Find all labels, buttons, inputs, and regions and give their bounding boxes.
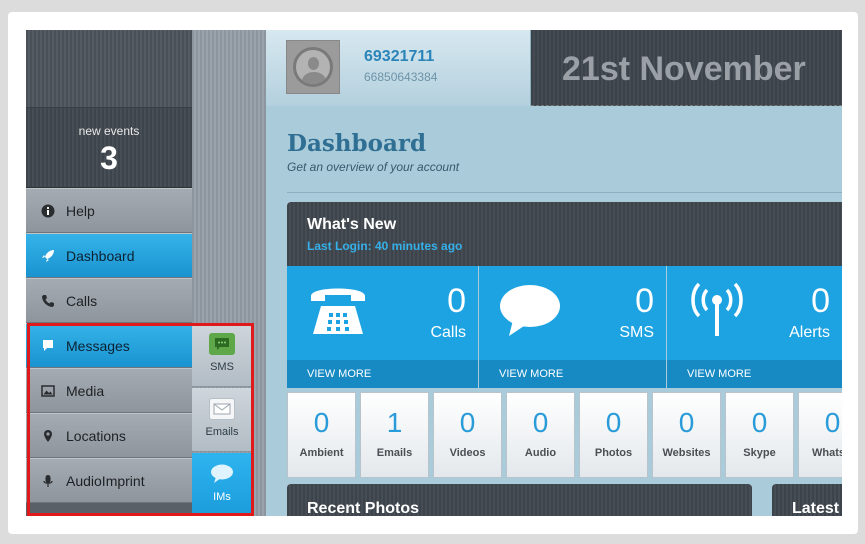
date-display: 21st November: [531, 30, 842, 106]
tile-label: WhatsA: [812, 447, 842, 459]
view-more-alerts-link[interactable]: VIEW MORE: [667, 360, 842, 388]
view-more-calls-link[interactable]: VIEW MORE: [287, 360, 478, 388]
speech-bubble-icon: [500, 285, 560, 336]
subnav-ims[interactable]: IMs: [192, 453, 252, 516]
subnav-emails[interactable]: Emails: [192, 388, 252, 452]
stat-card-sms: 0 SMS VIEW MORE: [479, 266, 666, 388]
top-bar: 69321711 66850643384 21st November: [266, 30, 842, 106]
tile-value: 0: [459, 407, 476, 438]
chat-bubble-icon: [209, 463, 235, 485]
sidebar-item-label: Dashboard: [66, 247, 135, 264]
new-events-box[interactable]: new events 3: [26, 108, 192, 188]
tile-value: 0: [605, 407, 622, 438]
stat-label: Calls: [430, 324, 466, 341]
tile-ambient[interactable]: 0 Ambient: [287, 392, 356, 478]
sidebar-item-calls[interactable]: Calls: [26, 278, 192, 323]
image-icon: [40, 383, 56, 399]
profile-number: 66850643384: [364, 70, 438, 84]
tile-value: 1: [386, 407, 403, 438]
page-subtitle: Get an overview of your account: [287, 160, 460, 174]
sidebar-item-dashboard[interactable]: Dashboard: [26, 233, 192, 278]
tile-label: Emails: [376, 447, 413, 459]
sidebar-item-audioimprint[interactable]: AudioImprint: [26, 458, 192, 503]
tile-value: 0: [313, 407, 330, 438]
sidebar-item-help[interactable]: Help: [26, 188, 192, 233]
avatar[interactable]: [286, 40, 340, 94]
profile-box: 69321711 66850643384: [266, 30, 531, 106]
tile-value: 0: [532, 407, 549, 438]
current-date: 21st November: [562, 50, 806, 88]
tile-value: 0: [824, 407, 841, 438]
stat-value: 0: [811, 282, 830, 320]
recent-photos-panel: Recent Photos: [287, 484, 752, 516]
tile-value: 0: [751, 407, 768, 438]
last-login: Last Login: 40 minutes ago: [307, 239, 463, 253]
tile-label: Videos: [449, 447, 486, 459]
tile-label: Ambient: [299, 447, 344, 459]
divider: [287, 192, 842, 193]
whats-new-title: What's New: [307, 216, 397, 233]
app-window: new events 3 Help Dashboard Calls Messag…: [26, 30, 842, 516]
sidebar-item-label: Locations: [66, 427, 126, 444]
tile-audio[interactable]: 0 Audio: [506, 392, 575, 478]
tile-whatsapp[interactable]: 0 WhatsA: [798, 392, 842, 478]
info-icon: [40, 203, 56, 219]
sidebar-item-label: Messages: [66, 337, 130, 354]
tile-label: Photos: [594, 447, 633, 459]
subnav-label: IMs: [213, 491, 231, 503]
message-icon: [40, 338, 56, 354]
tile-websites[interactable]: 0 Websites: [652, 392, 721, 478]
stat-value: 0: [635, 282, 654, 320]
email-icon: [209, 398, 235, 420]
sms-icon: [209, 333, 235, 355]
tile-label: Websites: [662, 447, 711, 459]
tile-label: Audio: [524, 447, 557, 459]
tile-videos[interactable]: 0 Videos: [433, 392, 502, 478]
subnav-sms[interactable]: SMS: [192, 323, 252, 387]
new-events-label: new events: [78, 124, 140, 138]
whats-new-header: What's New Last Login: 40 minutes ago: [287, 202, 842, 266]
location-pin-icon: [40, 428, 56, 444]
subnav-label: SMS: [210, 361, 234, 373]
tile-skype[interactable]: 0 Skype: [725, 392, 794, 478]
user-silhouette-icon: [293, 47, 333, 87]
sidebar-item-label: AudioImprint: [66, 472, 145, 489]
telephone-icon: [311, 288, 365, 334]
antenna-icon: [691, 282, 743, 336]
sidebar-item-label: Media: [66, 382, 105, 399]
sidebar-item-label: Help: [66, 202, 95, 219]
tile-label: Skype: [743, 447, 776, 459]
sidebar-header: [26, 30, 192, 108]
tile-photos[interactable]: 0 Photos: [579, 392, 648, 478]
main-content: 69321711 66850643384 21st November Dashb…: [266, 30, 842, 516]
phone-icon: [40, 293, 56, 309]
stat-card-calls: 0 Calls VIEW MORE: [287, 266, 478, 388]
rocket-icon: [40, 248, 56, 264]
latest-panel: Latest: [772, 484, 842, 516]
stat-value: 0: [447, 282, 466, 320]
sidebar: new events 3 Help Dashboard Calls Messag…: [26, 30, 192, 516]
sidebar-item-messages[interactable]: Messages: [26, 323, 192, 368]
sidebar-item-locations[interactable]: Locations: [26, 413, 192, 458]
sidebar-item-label: Calls: [66, 292, 98, 309]
microphone-icon: [40, 473, 56, 489]
subnav-label: Emails: [205, 426, 239, 438]
stat-label: SMS: [619, 324, 654, 341]
tile-value: 0: [678, 407, 695, 438]
stat-label: Alerts: [789, 324, 830, 341]
profile-name: 69321711: [364, 48, 435, 65]
view-more-sms-link[interactable]: VIEW MORE: [479, 360, 666, 388]
sidebar-item-media[interactable]: Media: [26, 368, 192, 413]
tile-emails[interactable]: 1 Emails: [360, 392, 429, 478]
stat-card-alerts: 0 Alerts VIEW MORE: [667, 266, 842, 388]
new-events-count: 3: [100, 140, 118, 176]
page-title: Dashboard: [287, 130, 427, 157]
